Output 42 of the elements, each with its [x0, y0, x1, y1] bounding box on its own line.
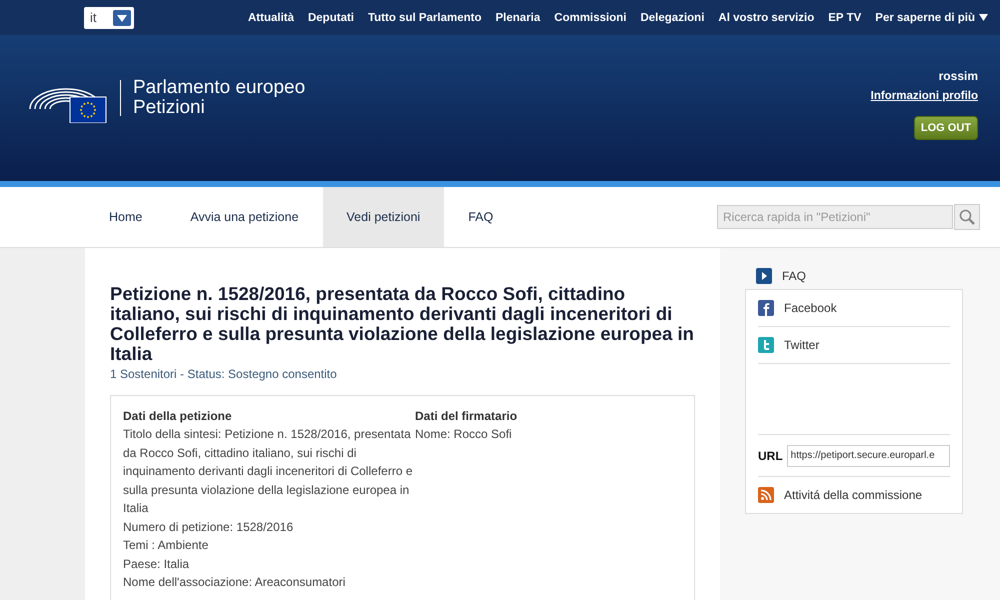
rss-link[interactable]: Attivitá della commissione — [758, 477, 950, 513]
search-button[interactable] — [954, 204, 980, 230]
nav-tab[interactable]: FAQ — [444, 187, 518, 247]
detail-text: Nome: Rocco Sofi — [415, 426, 513, 443]
petition-status: 1 Sostenitori - Status: Sostegno consentito — [110, 367, 338, 381]
menu-link[interactable]: Deputati — [308, 12, 354, 24]
menu-link[interactable]: Per saperne di più — [875, 12, 975, 24]
detail-text: Titolo della sintesi: Petizione n. 1528/2016, presentata da Rocco Sofi, cittadino italiano, sui rischi di inquinamento derivanti dagli inceneritori di Colleferro e sulla presunta violazione della legislazione europea in Italia — [123, 426, 414, 517]
search-field[interactable]: Ricerca rapida in "Petizioni" — [717, 204, 953, 228]
facebook-link[interactable]: Facebook — [758, 290, 950, 327]
nav-tab[interactable]: Vedi petizioni — [322, 187, 444, 247]
petition-title: Petizione n. 1528/2016, presentata da Rocco Sofi, cittadino italiano, sui rischi di inquinamento derivanti dagli inceneritori di Colleferro e sulla presunta violazione della legislazione europea in Italia — [110, 284, 695, 364]
nav-tab[interactable]: Home — [85, 187, 166, 247]
username: rossim — [938, 69, 978, 83]
url-field[interactable]: https://petiport.secure.europarl.e — [786, 444, 950, 466]
rss-icon — [758, 487, 774, 503]
menu-link[interactable]: Plenaria — [496, 12, 540, 24]
detail-text: Temi : Ambiente — [123, 537, 210, 554]
detail-text: Paese: Italia — [123, 556, 190, 572]
menu-link[interactable]: Attualità — [248, 12, 294, 24]
section-heading: Dati della petizione — [123, 408, 233, 425]
section-heading: Dati del firmatario — [415, 408, 518, 425]
site-title: Parlamento europeo — [133, 78, 306, 98]
play-icon — [756, 268, 772, 284]
faq-link[interactable]: FAQ — [745, 265, 1000, 287]
logout-button[interactable]: LOG OUT — [914, 116, 978, 140]
menu-link[interactable]: Al vostro servizio — [718, 12, 814, 24]
facebook-icon — [758, 300, 774, 316]
menu-link[interactable]: Tutto sul Parlamento — [368, 12, 482, 24]
twitter-link[interactable]: Twitter — [758, 327, 950, 364]
nav-tab[interactable]: Avvia una petizione — [166, 187, 323, 247]
language-select[interactable]: it — [84, 6, 134, 28]
twitter-icon — [758, 337, 774, 353]
detail-text: Nome dell'associazione: Areaconsumatori — [123, 574, 346, 591]
menu-link[interactable]: Commissioni — [554, 12, 626, 24]
detail-text: Numero di petizione: 1528/2016 — [123, 518, 294, 536]
profile-link[interactable]: Informazioni profilo — [870, 90, 978, 102]
menu-link[interactable]: EP TV — [828, 12, 862, 24]
site-subtitle: Petizioni — [133, 98, 206, 118]
url-label: URL — [758, 448, 783, 462]
search-icon — [959, 208, 975, 224]
menu-link[interactable]: Delegazioni — [640, 12, 704, 24]
